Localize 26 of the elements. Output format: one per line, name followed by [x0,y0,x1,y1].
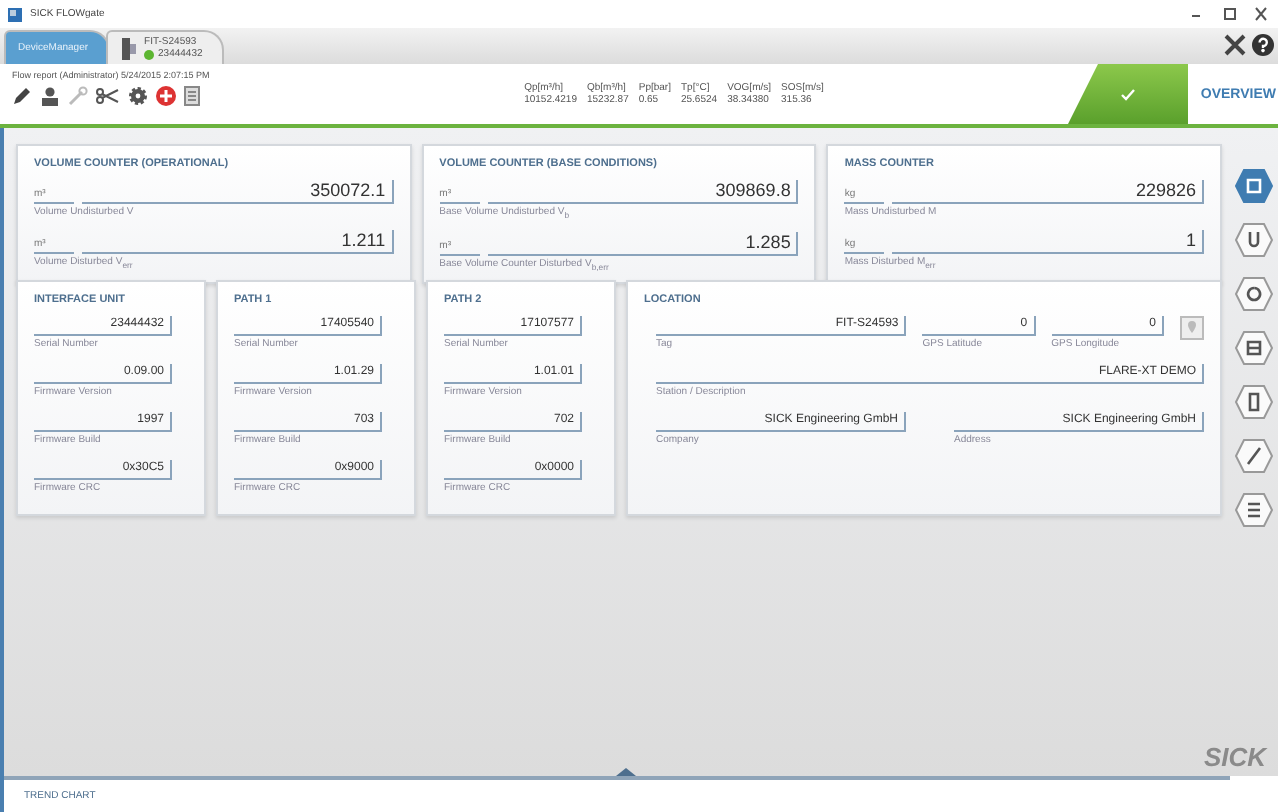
value-field: 1 [892,230,1204,254]
device-icon [120,37,139,59]
value-field: 1.211 [82,230,394,254]
nav-hexagon-icon[interactable] [1234,493,1274,527]
value-field: 350072.1 [82,180,394,204]
plus-circle-icon[interactable] [156,86,176,106]
value-field: 309869.8 [487,180,799,204]
help-icon[interactable] [1252,33,1274,55]
document-icon[interactable] [184,86,200,106]
nav-hexagon-icon[interactable] [1234,169,1274,203]
check-icon [1120,87,1136,101]
scissors-icon[interactable] [96,86,120,106]
value-field: 229826 [892,180,1204,204]
brand-logo: SICK [1203,742,1266,772]
nav-hexagon-icon[interactable] [1234,277,1274,311]
nav-hexagon-icon[interactable] [1234,331,1274,365]
nav-hexagon-icon[interactable] [1234,385,1274,419]
nav-hexagon-icon[interactable] [1234,223,1274,257]
app-icon [8,7,22,21]
user-icon[interactable] [40,86,60,106]
gear-icon[interactable] [128,86,148,106]
maximize-icon[interactable] [1218,6,1242,22]
pen-icon[interactable] [12,86,32,106]
nav-hexagon-icon[interactable] [1234,439,1274,473]
value-field: 1.285 [487,232,799,256]
close-icon[interactable] [1250,6,1270,22]
